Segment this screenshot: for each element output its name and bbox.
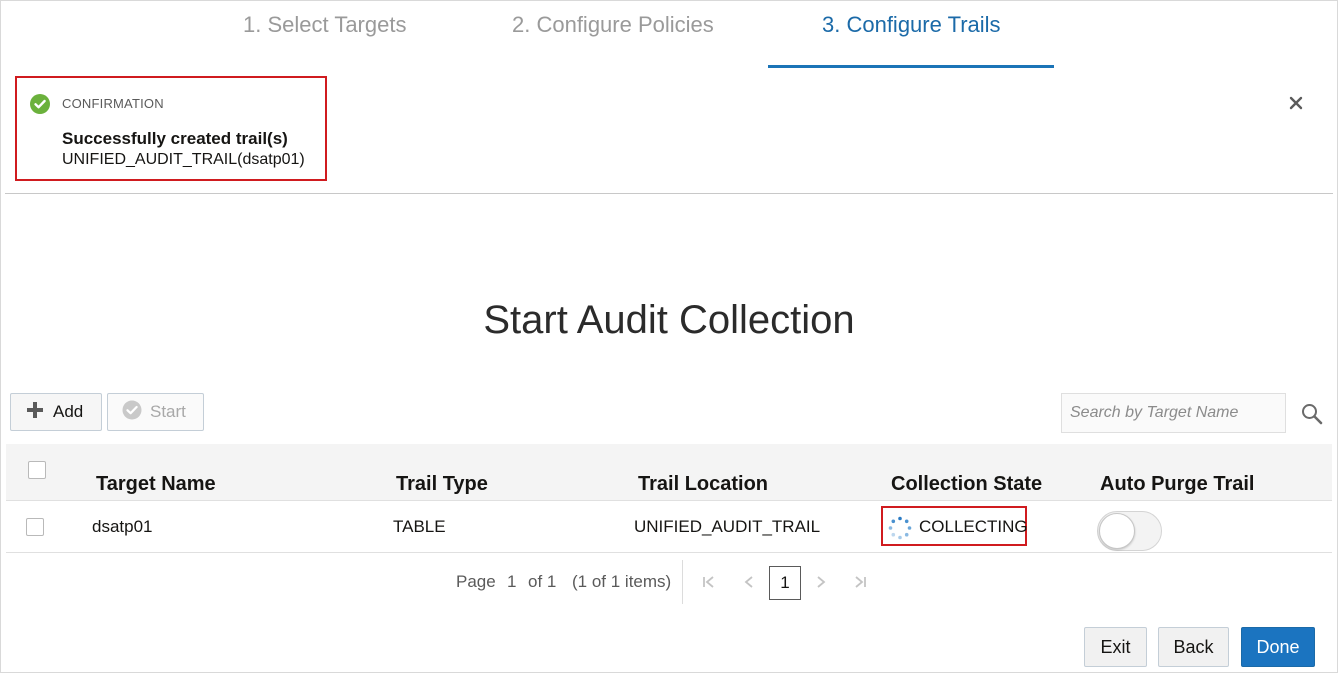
back-button[interactable]: Back xyxy=(1158,627,1229,667)
collection-state-cell: COLLECTING xyxy=(881,506,1028,546)
column-collection-state[interactable]: Collection State xyxy=(891,472,1042,496)
first-page-icon[interactable] xyxy=(702,574,716,595)
column-auto-purge-trail[interactable]: Auto Purge Trail xyxy=(1100,472,1254,496)
row-checkbox[interactable] xyxy=(26,518,44,536)
plus-icon xyxy=(25,400,45,425)
toggle-knob xyxy=(1099,513,1135,549)
start-button-label: Start xyxy=(150,402,186,421)
start-button[interactable]: Start xyxy=(107,393,204,431)
next-page-icon[interactable] xyxy=(815,574,827,595)
check-circle-icon xyxy=(30,94,50,114)
loading-spinner-icon xyxy=(888,516,912,545)
confirmation-message: CONFIRMATION Successfully created trail(… xyxy=(15,76,327,181)
cell-trail-type: TABLE xyxy=(393,517,446,536)
pagination-items-count: (1 of 1 items) xyxy=(572,572,672,591)
last-page-icon[interactable] xyxy=(853,574,867,595)
search-icon[interactable] xyxy=(1300,402,1324,431)
search-input[interactable] xyxy=(1061,393,1286,433)
pagination-page-number: 1 xyxy=(507,572,517,591)
column-target-name[interactable]: Target Name xyxy=(96,472,216,496)
done-button[interactable]: Done xyxy=(1241,627,1315,667)
close-icon[interactable] xyxy=(1287,94,1305,112)
confirmation-title: Successfully created trail(s) xyxy=(62,129,288,148)
check-circle-icon xyxy=(122,400,142,425)
header-divider xyxy=(6,500,1332,501)
pagination-of-total: of 1 xyxy=(528,572,557,591)
confirmation-label: CONFIRMATION xyxy=(62,96,164,111)
confirmation-detail: UNIFIED_AUDIT_TRAIL(dsatp01) xyxy=(62,151,305,168)
cell-trail-location: UNIFIED_AUDIT_TRAIL xyxy=(634,517,821,536)
exit-button[interactable]: Exit xyxy=(1084,627,1147,667)
cell-target-name: dsatp01 xyxy=(92,517,153,536)
previous-page-icon[interactable] xyxy=(743,574,755,595)
section-divider xyxy=(5,193,1333,194)
column-trail-location[interactable]: Trail Location xyxy=(638,472,768,496)
active-step-indicator xyxy=(768,65,1054,68)
add-button[interactable]: Add xyxy=(10,393,102,431)
add-button-label: Add xyxy=(53,402,84,421)
step-configure-policies[interactable]: 2. Configure Policies xyxy=(512,10,714,40)
current-page-button[interactable]: 1 xyxy=(769,566,801,600)
select-all-checkbox[interactable] xyxy=(28,461,46,479)
step-select-targets[interactable]: 1. Select Targets xyxy=(243,10,406,40)
step-configure-trails[interactable]: 3. Configure Trails xyxy=(822,10,1001,40)
collection-state-text: COLLECTING xyxy=(919,517,1028,536)
page-title: Start Audit Collection xyxy=(483,298,855,342)
row-divider xyxy=(6,552,1332,553)
auto-purge-toggle[interactable] xyxy=(1097,511,1162,551)
pagination-page-label: Page xyxy=(456,572,496,591)
pagination-separator xyxy=(682,560,683,604)
column-trail-type[interactable]: Trail Type xyxy=(396,472,488,496)
